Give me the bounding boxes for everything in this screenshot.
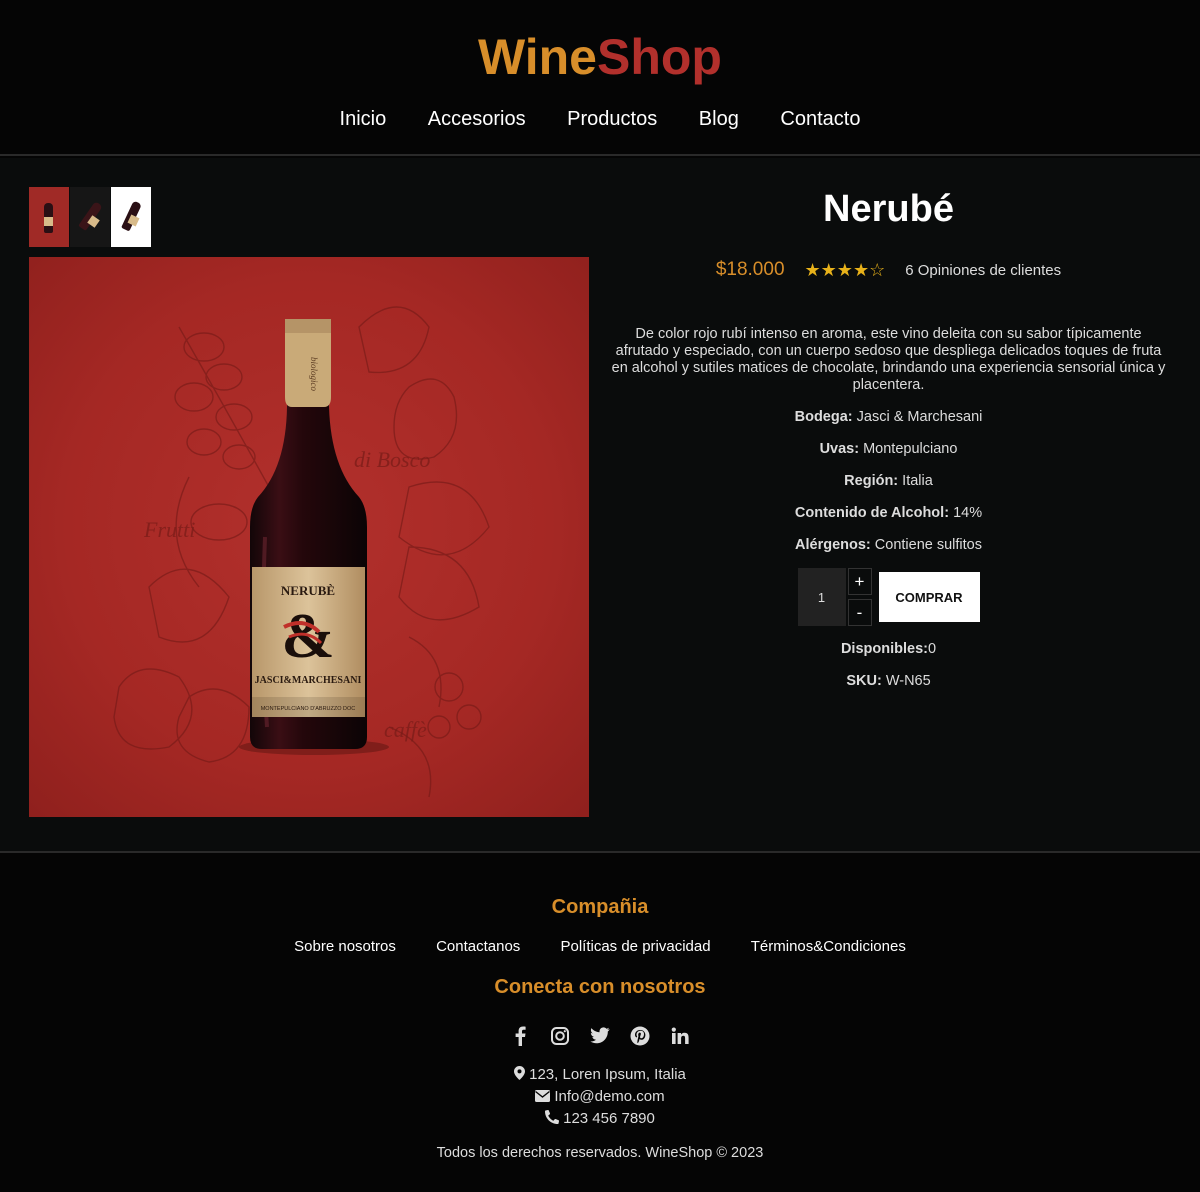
thumbnail-gallery <box>29 187 151 247</box>
copyright-text: Todos los derechos reservados. WineShop … <box>436 1145 764 1161</box>
price-rating-row: $18.000 ★ ★ ★ ★ ☆ 6 Opiniones de clientes <box>605 259 1172 281</box>
map-pin-icon <box>514 1066 526 1080</box>
nav-blog[interactable]: Blog <box>699 108 739 131</box>
spec-region: Región: Italia <box>844 473 933 489</box>
footer-link-terms[interactable]: Términos&Condiciones <box>751 938 906 955</box>
purchase-controls: 1 + - COMPRAR <box>605 568 1172 626</box>
product-description: De color rojo rubí intenso en aroma, est… <box>611 326 1166 393</box>
site-logo[interactable]: WineShop <box>0 28 1200 86</box>
stock-info: Disponibles:0 <box>840 641 937 657</box>
rating-stars: ★ ★ ★ ★ ☆ <box>805 261 886 279</box>
star-filled-icon: ★ <box>852 260 870 280</box>
footer-company-heading: Compañia <box>551 896 649 918</box>
site-header: WineShop Inicio Accesorios Productos Blo… <box>0 0 1200 156</box>
footer-link-about[interactable]: Sobre nosotros <box>294 938 396 955</box>
footer-connect-heading: Conecta con nosotros <box>494 976 706 998</box>
image-text-frutti: Frutti <box>143 517 195 542</box>
product-image: di Bosco Frutti caffè biologico NERUBÈ &… <box>29 257 589 817</box>
wine-bottle-illustration: di Bosco Frutti caffè biologico NERUBÈ &… <box>113 306 490 798</box>
envelope-icon <box>535 1090 551 1102</box>
spec-alcohol: Contenido de Alcohol: 14% <box>794 505 983 521</box>
product-price: $18.000 <box>715 259 785 280</box>
nav-contacto[interactable]: Contacto <box>780 108 860 131</box>
logo-shop: Shop <box>597 29 722 85</box>
phone-icon <box>545 1109 560 1124</box>
quantity-decrease-button[interactable]: - <box>847 599 872 626</box>
facebook-icon[interactable] <box>509 1025 531 1047</box>
quantity-input[interactable]: 1 <box>797 568 846 626</box>
thumbnail-dark[interactable] <box>70 187 110 247</box>
label-doc: MONTEPULCIANO D'ABRUZZO DOC <box>261 706 356 712</box>
thumbnail-red[interactable] <box>29 187 69 247</box>
spec-alergenos: Alérgenos: Contiene sulfitos <box>795 537 982 553</box>
product-title: Nerubé <box>823 188 954 230</box>
linkedin-icon[interactable] <box>669 1025 691 1047</box>
phone-text[interactable]: 123 456 7890 <box>563 1110 655 1127</box>
main-nav: Inicio Accesorios Productos Blog Contact… <box>0 108 1200 131</box>
sku-info: SKU: W-N65 <box>846 673 931 689</box>
reviews-link[interactable]: 6 Opiniones de clientes <box>905 262 1061 279</box>
product-details: Nerubé $18.000 ★ ★ ★ ★ ☆ 6 Opiniones de clie… <box>605 158 1172 690</box>
nav-productos[interactable]: Productos <box>567 108 657 131</box>
twitter-icon[interactable] <box>589 1025 611 1047</box>
thumbnail-white[interactable] <box>111 187 151 247</box>
email-row[interactable]: Info@demo.com <box>0 1086 1200 1108</box>
social-links <box>0 1025 1200 1047</box>
logo-wine: Wine <box>478 29 597 85</box>
product-section: di Bosco Frutti caffè biologico NERUBÈ &… <box>0 158 1200 851</box>
image-text-caffe: caffè <box>384 717 427 742</box>
pinterest-icon[interactable] <box>629 1025 651 1047</box>
image-text-di-bosco: di Bosco <box>354 447 430 472</box>
phone-row[interactable]: 123 456 7890 <box>0 1108 1200 1130</box>
buy-button[interactable]: COMPRAR <box>878 572 980 622</box>
address-text: 123, Loren Ipsum, Italia <box>529 1066 686 1083</box>
site-footer: Compañia Sobre nosotros Contactanos Polí… <box>0 851 1200 1192</box>
footer-link-contact[interactable]: Contactanos <box>436 938 520 955</box>
capsule-text: biologico <box>309 357 319 391</box>
spec-bodega: Bodega: Jasci & Marchesani <box>794 409 983 425</box>
star-empty-icon: ☆ <box>869 260 886 280</box>
contact-info: 123, Loren Ipsum, Italia Info@demo.com 1… <box>0 1064 1200 1130</box>
email-text[interactable]: Info@demo.com <box>554 1088 664 1105</box>
instagram-icon[interactable] <box>549 1025 571 1047</box>
label-name: NERUBÈ <box>281 583 335 598</box>
label-winery: JASCI&MARCHESANI <box>255 675 362 686</box>
star-filled-icon: ★ <box>836 260 853 280</box>
footer-links: Sobre nosotros Contactanos Políticas de … <box>0 938 1200 955</box>
address-row: 123, Loren Ipsum, Italia <box>0 1064 1200 1086</box>
nav-inicio[interactable]: Inicio <box>340 108 387 131</box>
quantity-stepper: + - <box>847 568 872 626</box>
footer-link-privacy[interactable]: Políticas de privacidad <box>560 938 710 955</box>
spec-uvas: Uvas: Montepulciano <box>819 441 958 457</box>
star-filled-icon: ★ <box>820 260 837 280</box>
star-filled-icon: ★ <box>804 260 821 280</box>
quantity-increase-button[interactable]: + <box>847 568 872 595</box>
nav-accesorios[interactable]: Accesorios <box>428 108 526 131</box>
